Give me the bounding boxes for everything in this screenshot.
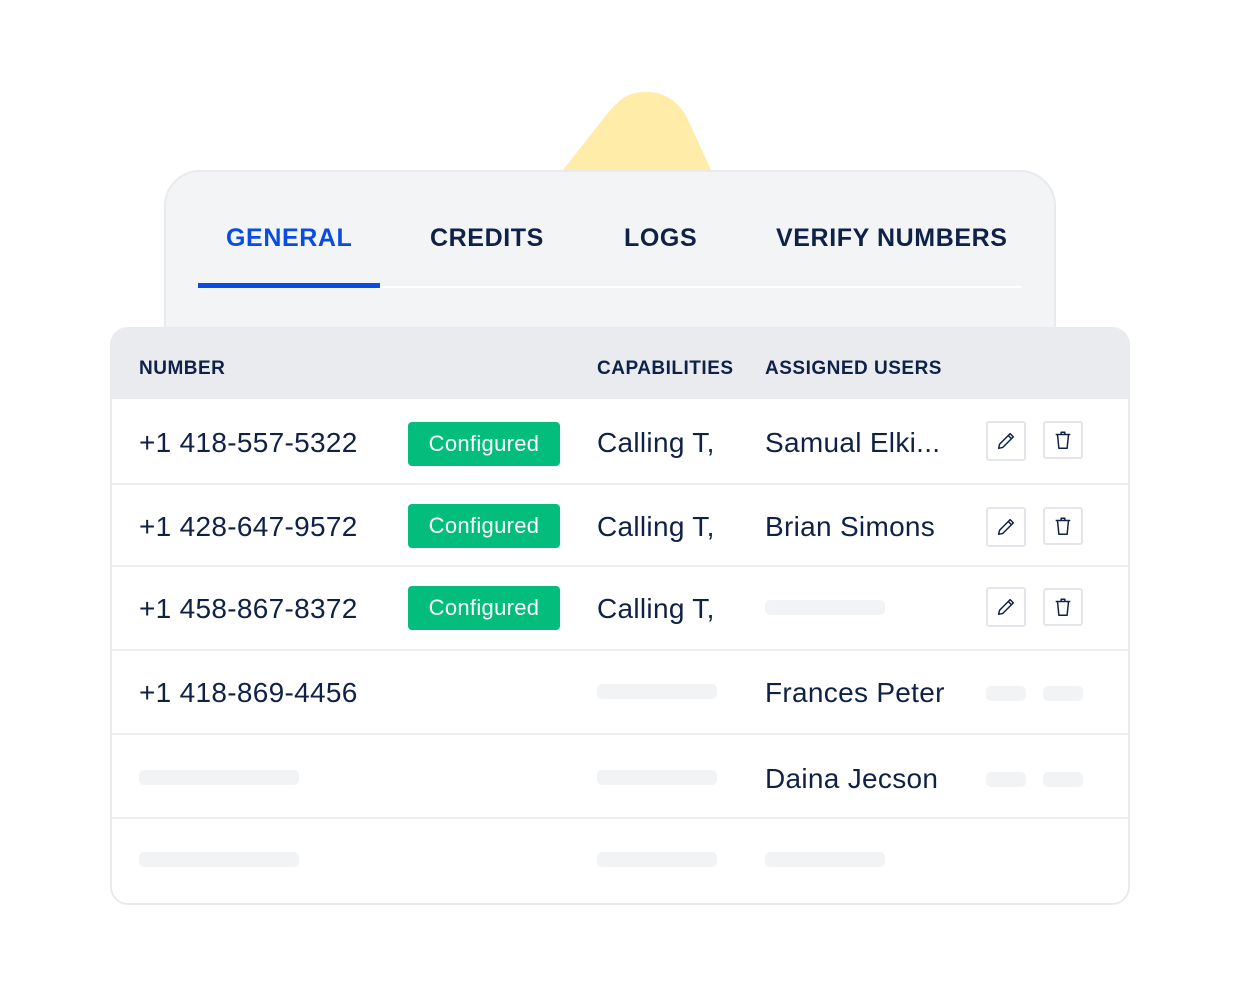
assigned-user-placeholder xyxy=(765,600,885,615)
status-badge: Configured xyxy=(408,504,560,548)
pencil-icon xyxy=(997,518,1015,536)
delete-button[interactable] xyxy=(1043,421,1083,459)
trash-icon xyxy=(1055,517,1071,535)
action-placeholder xyxy=(1043,686,1083,701)
assigned-user: Samual Elki... xyxy=(765,427,941,458)
tab-bar: GENERAL CREDITS LOGS VERIFY NUMBERS xyxy=(198,172,1022,288)
table-row[interactable]: +1 428-647-9572 Configured Calling T, Br… xyxy=(112,485,1128,567)
pencil-icon xyxy=(997,432,1015,450)
capabilities-placeholder xyxy=(597,770,717,785)
action-placeholder xyxy=(986,772,1026,787)
column-header-assigned-users[interactable]: ASSIGNED USERS xyxy=(765,358,942,380)
delete-button[interactable] xyxy=(1043,507,1083,545)
capabilities-placeholder xyxy=(597,852,717,867)
assigned-user: Daina Jecson xyxy=(765,763,939,794)
table-row[interactable]: +1 418-869-4456 Frances Peter xyxy=(112,651,1128,735)
status-badge: Configured xyxy=(408,422,560,466)
table-row[interactable]: Daina Jecson xyxy=(112,735,1128,819)
phone-number: +1 418-557-5322 xyxy=(139,427,358,458)
edit-button[interactable] xyxy=(986,421,1026,461)
column-header-capabilities[interactable]: CAPABILITIES xyxy=(597,358,734,380)
trash-icon xyxy=(1055,598,1071,616)
action-placeholder xyxy=(1043,772,1083,787)
delete-button[interactable] xyxy=(1043,588,1083,626)
table-row[interactable]: +1 418-557-5322 Configured Calling T, Sa… xyxy=(112,399,1128,485)
tab-verify-numbers[interactable]: VERIFY NUMBERS xyxy=(776,224,1008,253)
capabilities: Calling T, xyxy=(597,427,715,458)
column-header-number[interactable]: NUMBER xyxy=(139,358,225,380)
edit-button[interactable] xyxy=(986,507,1026,547)
number-placeholder xyxy=(139,770,299,785)
number-placeholder xyxy=(139,852,299,867)
tab-general[interactable]: GENERAL xyxy=(226,224,352,253)
decorative-blob xyxy=(563,92,711,170)
phone-number: +1 428-647-9572 xyxy=(139,511,358,542)
assigned-user: Brian Simons xyxy=(765,511,936,542)
phone-number: +1 458-867-8372 xyxy=(139,593,358,624)
capabilities: Calling T, xyxy=(597,593,715,624)
table-header: NUMBER CAPABILITIES ASSIGNED USERS xyxy=(112,329,1128,399)
phone-number: +1 418-869-4456 xyxy=(139,677,358,708)
tab-logs[interactable]: LOGS xyxy=(624,224,697,253)
trash-icon xyxy=(1055,431,1071,449)
pencil-icon xyxy=(997,598,1015,616)
capabilities-placeholder xyxy=(597,684,717,699)
status-badge: Configured xyxy=(408,586,560,630)
capabilities: Calling T, xyxy=(597,511,715,542)
tab-credits[interactable]: CREDITS xyxy=(430,224,544,253)
active-tab-indicator xyxy=(198,283,380,288)
table-row[interactable]: +1 458-867-8372 Configured Calling T, xyxy=(112,567,1128,651)
assigned-user: Frances Peter xyxy=(765,677,945,708)
edit-button[interactable] xyxy=(986,587,1026,627)
numbers-table: NUMBER CAPABILITIES ASSIGNED USERS +1 41… xyxy=(110,327,1130,905)
assigned-user-placeholder xyxy=(765,852,885,867)
table-row[interactable] xyxy=(112,819,1128,903)
action-placeholder xyxy=(986,686,1026,701)
